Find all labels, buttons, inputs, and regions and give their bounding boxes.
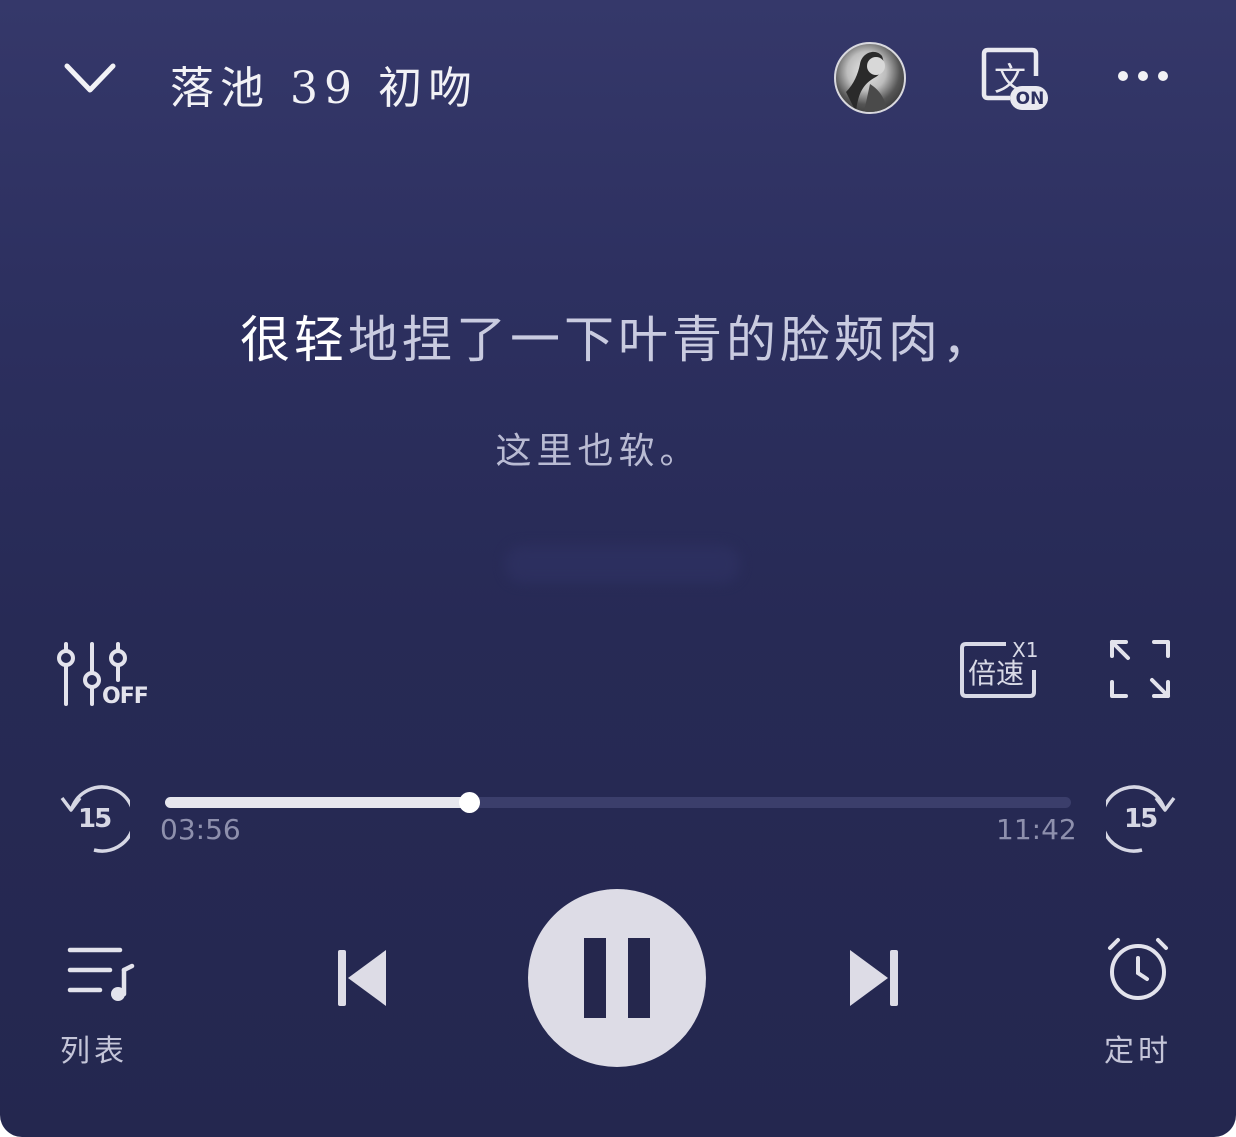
playlist-label[interactable]: 列表 <box>60 1026 128 1070</box>
next-lyric-line[interactable]: 这里也软。 <box>0 422 1196 474</box>
lyric-sung-part: 很轻 <box>240 311 348 369</box>
translate-badge: ON <box>1015 89 1045 109</box>
progress-bar[interactable] <box>165 792 1071 813</box>
audiobook-player: 落池 39 初吻 文 ON 很轻地捏了一下叶青的脸颊肉， 这里也软。 OFF 倍… <box>0 0 1236 1137</box>
skip-next-icon[interactable] <box>846 946 902 1010</box>
rewind-15-icon[interactable]: 15 <box>58 784 130 854</box>
lyric-remaining-part: 地捏了一下叶青的脸颊肉， <box>348 311 996 369</box>
elapsed-time: 03:56 <box>160 813 241 846</box>
chapter-title: 落池 39 初吻 <box>170 63 478 114</box>
progress-fill <box>165 797 470 808</box>
faded-lyric-line <box>505 545 740 583</box>
fullscreen-icon[interactable] <box>1108 638 1172 700</box>
timer-label[interactable]: 定时 <box>1104 1026 1172 1070</box>
translate-toggle-icon[interactable]: 文 ON <box>980 46 1050 112</box>
current-lyric-line[interactable]: 很轻地捏了一下叶青的脸颊肉， <box>0 300 1236 372</box>
alarm-clock-icon[interactable] <box>1104 936 1172 1002</box>
effect-off-badge: OFF <box>102 684 149 709</box>
pause-icon <box>584 938 650 1018</box>
forward-15-icon[interactable]: 15 <box>1106 784 1178 854</box>
rewind-seconds: 15 <box>78 804 112 834</box>
chevron-down-icon[interactable] <box>62 58 118 98</box>
speed-value: X1 <box>1012 638 1039 662</box>
more-dots-icon[interactable] <box>1116 66 1170 86</box>
progress-handle[interactable] <box>459 792 481 813</box>
playlist-icon[interactable] <box>66 944 136 1004</box>
speed-icon[interactable]: 倍速 X1 <box>958 636 1048 702</box>
pause-button[interactable] <box>528 889 706 1067</box>
equalizer-icon[interactable]: OFF <box>56 640 149 710</box>
author-avatar[interactable] <box>834 42 906 114</box>
total-time: 11:42 <box>996 813 1077 846</box>
forward-seconds: 15 <box>1124 804 1158 834</box>
skip-previous-icon[interactable] <box>334 946 390 1010</box>
